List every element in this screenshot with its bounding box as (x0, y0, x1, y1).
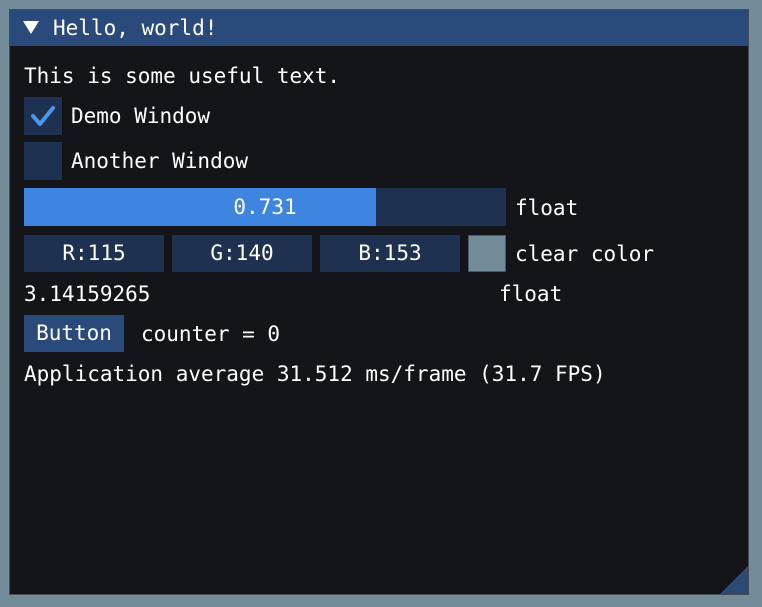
hello-world-window: Hello, world! This is some useful text. … (9, 9, 749, 595)
counter-text: counter = 0 (141, 322, 281, 346)
fps-text: Application average 31.512 ms/frame (31.… (24, 362, 606, 386)
collapse-arrow-icon[interactable] (23, 21, 39, 34)
another-window-label: Another Window (71, 149, 249, 173)
resize-grip[interactable] (720, 566, 748, 594)
float-slider[interactable]: 0.731 (24, 188, 506, 226)
window-title: Hello, world! (53, 16, 218, 40)
demo-window-label: Demo Window (71, 104, 211, 128)
pi-value-text: 3.14159265 (24, 282, 151, 306)
float-slider-label: float (515, 196, 579, 220)
checkmark-icon (31, 106, 55, 126)
counter-button[interactable]: Button (24, 315, 124, 352)
pi-float-label: float (499, 282, 563, 306)
demo-window-checkbox[interactable] (24, 97, 62, 135)
useful-text: This is some useful text. (24, 64, 341, 88)
clear-color-label: clear color (515, 242, 655, 266)
slider-value: 0.731 (233, 195, 297, 219)
color-g-field[interactable]: G:140 (172, 235, 312, 272)
window-title-bar[interactable]: Hello, world! (10, 10, 748, 46)
color-r-field[interactable]: R:115 (24, 235, 164, 272)
color-b-field[interactable]: B:153 (320, 235, 460, 272)
another-window-checkbox[interactable] (24, 142, 62, 180)
clear-color-swatch[interactable] (468, 235, 506, 272)
